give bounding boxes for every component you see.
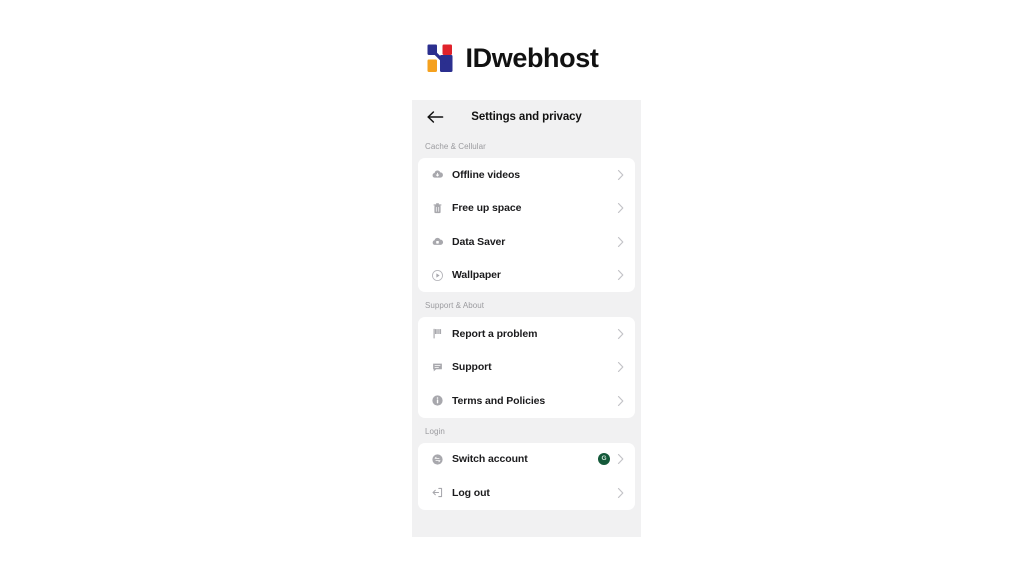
settings-row-terms-and-policies[interactable]: Terms and Policies bbox=[418, 384, 635, 418]
switch-account-icon bbox=[431, 453, 444, 466]
settings-row-free-up-space[interactable]: Free up space bbox=[418, 192, 635, 226]
settings-row-label: Terms and Policies bbox=[452, 394, 546, 407]
panel-header: Settings and privacy bbox=[412, 100, 641, 133]
section-cache-cellular: Cache & Cellular Offline videos Free up … bbox=[412, 133, 641, 292]
cloud-download-icon bbox=[431, 168, 444, 181]
settings-row-label: Support bbox=[452, 361, 492, 374]
row-trailing bbox=[616, 169, 625, 181]
settings-row-label: Wallpaper bbox=[452, 269, 501, 282]
trash-icon bbox=[431, 202, 444, 215]
settings-row-support[interactable]: Support bbox=[418, 351, 635, 385]
section-label: Cache & Cellular bbox=[425, 142, 486, 151]
chevron-right-icon[interactable] bbox=[616, 395, 625, 407]
settings-row-switch-account[interactable]: Switch account G bbox=[418, 443, 635, 477]
page-title: Settings and privacy bbox=[471, 110, 582, 123]
chevron-right-icon[interactable] bbox=[616, 361, 625, 373]
idwebhost-logo-icon bbox=[426, 43, 456, 74]
settings-row-label: Switch account bbox=[452, 453, 528, 466]
settings-card: Report a problem Support Terms and Polic… bbox=[418, 317, 635, 418]
settings-row-label: Free up space bbox=[452, 202, 522, 215]
logout-icon bbox=[431, 486, 444, 499]
play-circle-icon bbox=[431, 269, 444, 282]
chevron-right-icon[interactable] bbox=[616, 328, 625, 340]
data-saver-icon bbox=[431, 235, 444, 248]
row-trailing bbox=[616, 269, 625, 281]
section-support-about: Support & About Report a problem Support… bbox=[412, 292, 641, 418]
chevron-right-icon[interactable] bbox=[616, 236, 625, 248]
row-trailing bbox=[616, 487, 625, 499]
settings-row-label: Offline videos bbox=[452, 168, 521, 181]
settings-row-label: Report a problem bbox=[452, 327, 538, 340]
settings-row-report-a-problem[interactable]: Report a problem bbox=[418, 317, 635, 351]
row-trailing bbox=[616, 361, 625, 373]
row-trailing bbox=[616, 236, 625, 248]
settings-row-label: Data Saver bbox=[452, 235, 506, 248]
settings-card: Offline videos Free up space Data Saver … bbox=[418, 158, 635, 292]
section-label: Login bbox=[425, 426, 445, 436]
row-trailing bbox=[616, 395, 625, 407]
settings-row-wallpaper[interactable]: Wallpaper bbox=[418, 259, 635, 293]
chevron-right-icon[interactable] bbox=[616, 453, 625, 465]
settings-row-data-saver[interactable]: Data Saver bbox=[418, 225, 635, 259]
chevron-right-icon[interactable] bbox=[616, 202, 625, 214]
chat-bubble-icon bbox=[431, 361, 444, 374]
settings-card: Switch account G Log out bbox=[418, 442, 635, 510]
row-trailing bbox=[616, 328, 625, 340]
row-trailing bbox=[616, 202, 625, 214]
chevron-right-icon[interactable] bbox=[616, 487, 625, 499]
brand-header: IDwebhost bbox=[0, 36, 1024, 80]
info-circle-icon bbox=[431, 394, 444, 407]
settings-row-offline-videos[interactable]: Offline videos bbox=[418, 158, 635, 192]
brand-name: IDwebhost bbox=[465, 42, 599, 73]
section-label: Support & About bbox=[425, 301, 485, 310]
settings-row-log-out[interactable]: Log out bbox=[418, 476, 635, 510]
chevron-right-icon[interactable] bbox=[616, 169, 625, 181]
row-trailing: G bbox=[598, 453, 625, 466]
avatar[interactable]: G bbox=[598, 453, 610, 466]
flag-icon bbox=[431, 327, 444, 340]
settings-panel: Settings and privacy Cache & Cellular Of… bbox=[412, 100, 641, 537]
settings-row-label: Log out bbox=[452, 486, 490, 499]
chevron-right-icon[interactable] bbox=[616, 269, 625, 281]
arrow-left-icon[interactable] bbox=[424, 106, 446, 128]
section-login: Login Switch account G Log out bbox=[412, 418, 641, 510]
